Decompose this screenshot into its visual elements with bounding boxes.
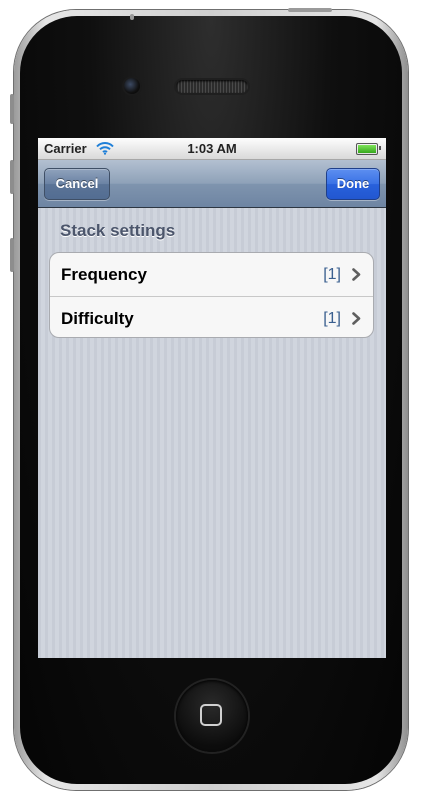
cancel-button[interactable]: Cancel: [44, 168, 110, 200]
battery-full-icon: [356, 143, 381, 155]
volume-down-button: [10, 238, 14, 272]
volume-up-button: [10, 160, 14, 194]
settings-group: Frequency [1] Difficulty [1]: [49, 252, 374, 338]
navigation-bar: Cancel Done: [38, 160, 386, 208]
home-button[interactable]: [176, 680, 248, 752]
chevron-right-icon: [352, 268, 361, 286]
status-time: 1:03 AM: [187, 141, 237, 156]
mute-switch: [10, 94, 14, 124]
status-bar: Carrier 1:03 AM: [38, 138, 386, 160]
difficulty-row[interactable]: Difficulty [1]: [50, 296, 373, 337]
row-label: Difficulty: [61, 309, 134, 328]
frequency-row[interactable]: Frequency [1]: [50, 253, 373, 296]
screen: Carrier 1:03 AM Cancel Done Stack settin…: [38, 138, 386, 658]
front-camera: [124, 78, 140, 94]
top-mark: [130, 14, 134, 20]
home-square-icon: [200, 704, 222, 726]
sleep-wake-button: [288, 8, 332, 12]
row-value: [1]: [323, 266, 341, 283]
row-value: [1]: [323, 310, 341, 327]
chevron-right-icon: [352, 312, 361, 330]
section-header: Stack settings: [60, 221, 176, 240]
earpiece-speaker: [176, 80, 248, 93]
row-label: Frequency: [61, 265, 147, 284]
done-button[interactable]: Done: [326, 168, 380, 200]
